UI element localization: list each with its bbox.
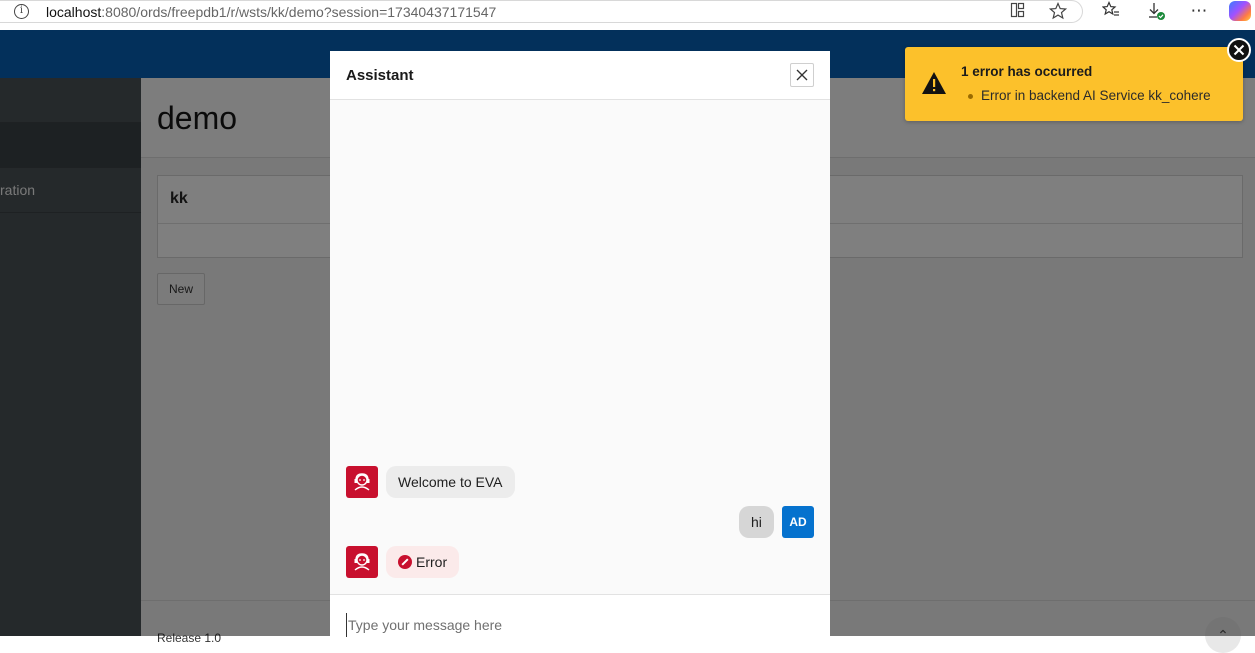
dialog-header: Assistant xyxy=(330,51,830,100)
url-text[interactable]: localhost:8080/ords/freepdb1/r/wsts/kk/d… xyxy=(46,4,496,20)
address-bar[interactable]: i localhost:8080/ords/freepdb1/r/wsts/kk… xyxy=(0,0,1083,23)
error-text: Error xyxy=(416,554,448,570)
close-icon xyxy=(1233,44,1245,56)
assistant-icon xyxy=(354,553,370,571)
error-icon xyxy=(398,555,412,569)
notification-close-button[interactable] xyxy=(1227,38,1251,62)
bot-avatar xyxy=(346,546,378,578)
url-path: :8080/ords/freepdb1/r/wsts/kk/demo?sessi… xyxy=(101,4,497,20)
browser-toolbar: i localhost:8080/ords/freepdb1/r/wsts/kk… xyxy=(0,0,1255,30)
assistant-icon xyxy=(354,473,370,491)
bot-error-message: Error xyxy=(386,546,460,578)
notification-title: 1 error has occurred xyxy=(961,64,1093,79)
copilot-icon[interactable] xyxy=(1229,1,1251,21)
user-avatar: AD xyxy=(782,506,814,538)
message-composer xyxy=(330,594,830,651)
dialog-close-button[interactable] xyxy=(790,63,814,87)
url-host: localhost xyxy=(46,4,102,20)
user-message: hi xyxy=(739,506,774,538)
more-menu-icon[interactable]: ⋯ xyxy=(1188,1,1210,21)
assistant-dialog: Assistant Welcome to EVA hi AD Error xyxy=(330,51,830,651)
bot-avatar xyxy=(346,466,378,498)
warning-icon xyxy=(921,71,947,100)
favorites-icon[interactable] xyxy=(1100,1,1122,21)
message-input[interactable] xyxy=(346,613,806,637)
bot-message: Welcome to EVA xyxy=(386,466,515,498)
bullet xyxy=(968,94,973,99)
site-info-icon[interactable]: i xyxy=(14,4,29,19)
dialog-title: Assistant xyxy=(346,67,414,84)
notification-item: Error in backend AI Service kk_cohere xyxy=(981,88,1211,103)
error-notification: 1 error has occurred Error in backend AI… xyxy=(905,47,1243,121)
close-icon xyxy=(796,69,808,81)
favorite-star-icon[interactable] xyxy=(1047,1,1069,22)
downloads-icon[interactable] xyxy=(1145,1,1167,21)
app-available-icon[interactable] xyxy=(1007,2,1029,22)
